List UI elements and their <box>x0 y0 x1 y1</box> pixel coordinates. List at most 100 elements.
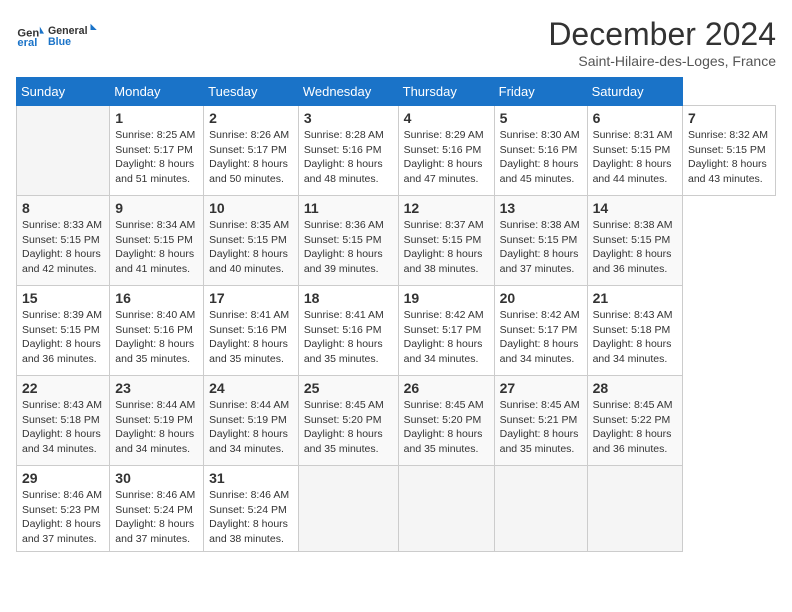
day-number: 6 <box>593 110 677 126</box>
calendar-cell: 5 Sunrise: 8:30 AMSunset: 5:16 PMDayligh… <box>494 106 587 196</box>
calendar-cell: 16 Sunrise: 8:40 AMSunset: 5:16 PMDaylig… <box>110 286 204 376</box>
calendar-cell: 27 Sunrise: 8:45 AMSunset: 5:21 PMDaylig… <box>494 376 587 466</box>
calendar-cell: 23 Sunrise: 8:44 AMSunset: 5:19 PMDaylig… <box>110 376 204 466</box>
calendar-table: Sunday Monday Tuesday Wednesday Thursday… <box>16 77 776 552</box>
calendar-cell: 21 Sunrise: 8:43 AMSunset: 5:18 PMDaylig… <box>587 286 682 376</box>
day-number: 20 <box>500 290 582 306</box>
generalblue-logo-svg: General Blue <box>48 16 98 54</box>
header-sunday: Sunday <box>17 78 110 106</box>
calendar-cell: 7 Sunrise: 8:32 AMSunset: 5:15 PMDayligh… <box>682 106 775 196</box>
day-number: 11 <box>304 200 393 216</box>
header-wednesday: Wednesday <box>298 78 398 106</box>
calendar-cell: 12 Sunrise: 8:37 AMSunset: 5:15 PMDaylig… <box>398 196 494 286</box>
day-number: 17 <box>209 290 293 306</box>
calendar-cell: 30 Sunrise: 8:46 AMSunset: 5:24 PMDaylig… <box>110 466 204 552</box>
day-info: Sunrise: 8:28 AMSunset: 5:16 PMDaylight:… <box>304 128 393 187</box>
header-thursday: Thursday <box>398 78 494 106</box>
day-info: Sunrise: 8:34 AMSunset: 5:15 PMDaylight:… <box>115 218 198 277</box>
day-info: Sunrise: 8:45 AMSunset: 5:20 PMDaylight:… <box>404 398 489 457</box>
calendar-cell <box>398 466 494 552</box>
day-info: Sunrise: 8:39 AMSunset: 5:15 PMDaylight:… <box>22 308 104 367</box>
day-number: 10 <box>209 200 293 216</box>
calendar-cell: 4 Sunrise: 8:29 AMSunset: 5:16 PMDayligh… <box>398 106 494 196</box>
logo: Gen eral General Blue <box>16 16 98 54</box>
day-number: 16 <box>115 290 198 306</box>
calendar-cell: 24 Sunrise: 8:44 AMSunset: 5:19 PMDaylig… <box>204 376 299 466</box>
calendar-cell: 22 Sunrise: 8:43 AMSunset: 5:18 PMDaylig… <box>17 376 110 466</box>
day-info: Sunrise: 8:43 AMSunset: 5:18 PMDaylight:… <box>593 308 677 367</box>
day-info: Sunrise: 8:30 AMSunset: 5:16 PMDaylight:… <box>500 128 582 187</box>
day-number: 29 <box>22 470 104 486</box>
day-info: Sunrise: 8:41 AMSunset: 5:16 PMDaylight:… <box>304 308 393 367</box>
day-info: Sunrise: 8:41 AMSunset: 5:16 PMDaylight:… <box>209 308 293 367</box>
calendar-cell: 17 Sunrise: 8:41 AMSunset: 5:16 PMDaylig… <box>204 286 299 376</box>
header-saturday: Saturday <box>587 78 682 106</box>
day-number: 27 <box>500 380 582 396</box>
day-info: Sunrise: 8:40 AMSunset: 5:16 PMDaylight:… <box>115 308 198 367</box>
day-info: Sunrise: 8:36 AMSunset: 5:15 PMDaylight:… <box>304 218 393 277</box>
svg-text:eral: eral <box>17 37 37 49</box>
calendar-cell <box>494 466 587 552</box>
calendar-cell: 25 Sunrise: 8:45 AMSunset: 5:20 PMDaylig… <box>298 376 398 466</box>
calendar-cell: 1 Sunrise: 8:25 AMSunset: 5:17 PMDayligh… <box>110 106 204 196</box>
day-number: 1 <box>115 110 198 126</box>
calendar-cell: 8 Sunrise: 8:33 AMSunset: 5:15 PMDayligh… <box>17 196 110 286</box>
day-info: Sunrise: 8:45 AMSunset: 5:21 PMDaylight:… <box>500 398 582 457</box>
day-info: Sunrise: 8:46 AMSunset: 5:23 PMDaylight:… <box>22 488 104 547</box>
day-number: 8 <box>22 200 104 216</box>
day-info: Sunrise: 8:42 AMSunset: 5:17 PMDaylight:… <box>404 308 489 367</box>
day-number: 7 <box>688 110 770 126</box>
calendar-cell: 13 Sunrise: 8:38 AMSunset: 5:15 PMDaylig… <box>494 196 587 286</box>
calendar-cell: 2 Sunrise: 8:26 AMSunset: 5:17 PMDayligh… <box>204 106 299 196</box>
day-info: Sunrise: 8:25 AMSunset: 5:17 PMDaylight:… <box>115 128 198 187</box>
day-info: Sunrise: 8:29 AMSunset: 5:16 PMDaylight:… <box>404 128 489 187</box>
day-number: 14 <box>593 200 677 216</box>
day-info: Sunrise: 8:42 AMSunset: 5:17 PMDaylight:… <box>500 308 582 367</box>
location: Saint-Hilaire-des-Loges, France <box>548 53 776 69</box>
page-header: Gen eral General Blue December 2024 Sain… <box>16 16 776 69</box>
calendar-cell <box>587 466 682 552</box>
header-monday: Monday <box>110 78 204 106</box>
day-number: 22 <box>22 380 104 396</box>
day-info: Sunrise: 8:45 AMSunset: 5:20 PMDaylight:… <box>304 398 393 457</box>
day-number: 19 <box>404 290 489 306</box>
calendar-cell: 29 Sunrise: 8:46 AMSunset: 5:23 PMDaylig… <box>17 466 110 552</box>
calendar-cell: 6 Sunrise: 8:31 AMSunset: 5:15 PMDayligh… <box>587 106 682 196</box>
day-info: Sunrise: 8:45 AMSunset: 5:22 PMDaylight:… <box>593 398 677 457</box>
day-number: 28 <box>593 380 677 396</box>
day-info: Sunrise: 8:37 AMSunset: 5:15 PMDaylight:… <box>404 218 489 277</box>
logo-icon: Gen eral <box>16 21 44 49</box>
day-number: 12 <box>404 200 489 216</box>
day-info: Sunrise: 8:33 AMSunset: 5:15 PMDaylight:… <box>22 218 104 277</box>
day-number: 2 <box>209 110 293 126</box>
day-info: Sunrise: 8:38 AMSunset: 5:15 PMDaylight:… <box>593 218 677 277</box>
calendar-cell: 9 Sunrise: 8:34 AMSunset: 5:15 PMDayligh… <box>110 196 204 286</box>
day-number: 13 <box>500 200 582 216</box>
day-info: Sunrise: 8:46 AMSunset: 5:24 PMDaylight:… <box>115 488 198 547</box>
calendar-cell <box>298 466 398 552</box>
calendar-cell: 10 Sunrise: 8:35 AMSunset: 5:15 PMDaylig… <box>204 196 299 286</box>
calendar-cell: 20 Sunrise: 8:42 AMSunset: 5:17 PMDaylig… <box>494 286 587 376</box>
header-friday: Friday <box>494 78 587 106</box>
day-info: Sunrise: 8:43 AMSunset: 5:18 PMDaylight:… <box>22 398 104 457</box>
day-info: Sunrise: 8:38 AMSunset: 5:15 PMDaylight:… <box>500 218 582 277</box>
day-info: Sunrise: 8:44 AMSunset: 5:19 PMDaylight:… <box>209 398 293 457</box>
header-tuesday: Tuesday <box>204 78 299 106</box>
calendar-cell <box>17 106 110 196</box>
day-number: 9 <box>115 200 198 216</box>
day-number: 4 <box>404 110 489 126</box>
calendar-header-row: Sunday Monday Tuesday Wednesday Thursday… <box>17 78 776 106</box>
calendar-cell: 28 Sunrise: 8:45 AMSunset: 5:22 PMDaylig… <box>587 376 682 466</box>
day-info: Sunrise: 8:44 AMSunset: 5:19 PMDaylight:… <box>115 398 198 457</box>
title-area: December 2024 Saint-Hilaire-des-Loges, F… <box>548 16 776 69</box>
day-number: 15 <box>22 290 104 306</box>
day-info: Sunrise: 8:32 AMSunset: 5:15 PMDaylight:… <box>688 128 770 187</box>
month-title: December 2024 <box>548 16 776 53</box>
day-number: 31 <box>209 470 293 486</box>
calendar-cell: 26 Sunrise: 8:45 AMSunset: 5:20 PMDaylig… <box>398 376 494 466</box>
day-number: 25 <box>304 380 393 396</box>
day-number: 30 <box>115 470 198 486</box>
svg-text:General: General <box>48 25 88 37</box>
day-info: Sunrise: 8:31 AMSunset: 5:15 PMDaylight:… <box>593 128 677 187</box>
calendar-cell: 3 Sunrise: 8:28 AMSunset: 5:16 PMDayligh… <box>298 106 398 196</box>
